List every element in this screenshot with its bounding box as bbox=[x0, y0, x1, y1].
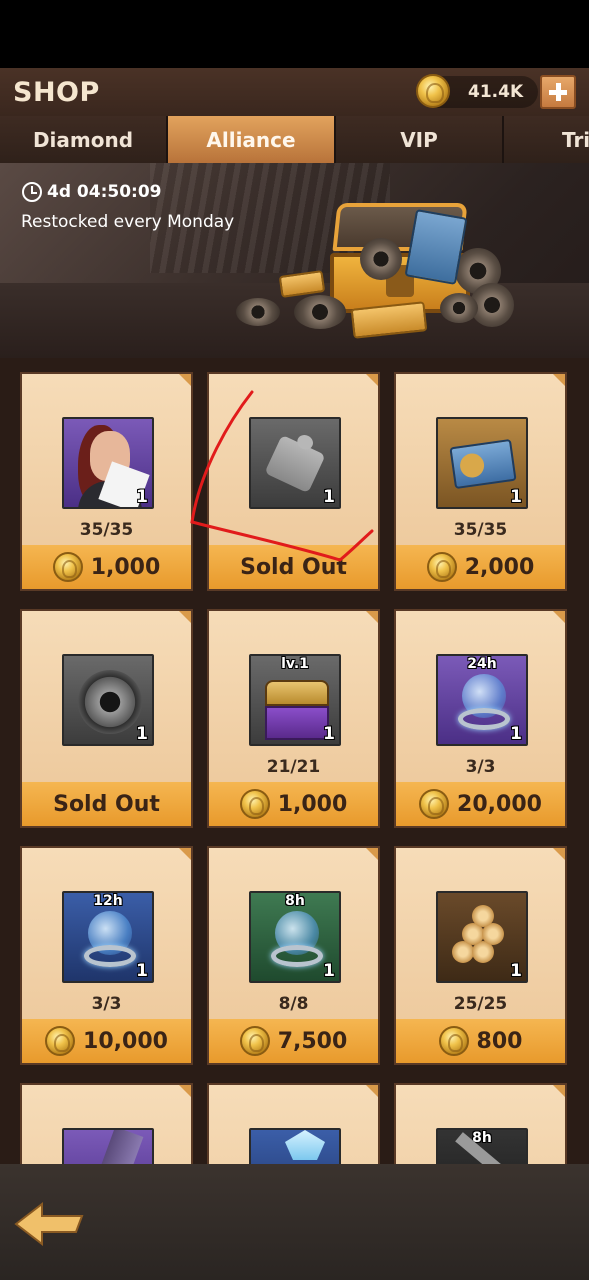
shop-item-card[interactable]: lv.1 1 21/21 1,000 bbox=[207, 609, 380, 828]
gear-token-icon bbox=[360, 238, 402, 280]
saw-gear-icon: 1 bbox=[62, 654, 154, 746]
alliance-coin-icon bbox=[438, 1026, 469, 1056]
back-arrow-icon bbox=[14, 1201, 84, 1247]
sold-out-label: Sold Out bbox=[240, 554, 347, 580]
price: 1,000 bbox=[90, 554, 161, 580]
stock-count: 3/3 bbox=[91, 994, 122, 1014]
item-quantity: 1 bbox=[323, 724, 335, 744]
stock-count: 21/21 bbox=[266, 757, 321, 777]
alliance-coin-icon bbox=[416, 74, 450, 108]
shop-header: SHOP 41.4K bbox=[0, 68, 589, 116]
alliance-coin-icon bbox=[45, 1026, 76, 1056]
item-quantity: 1 bbox=[510, 961, 522, 981]
level-chest-icon: lv.1 1 bbox=[249, 654, 341, 746]
sold-out-bar: Sold Out bbox=[209, 545, 378, 589]
shop-item-card[interactable]: 1 35/35 1,000 bbox=[20, 372, 193, 591]
shop-item-card[interactable]: 24h 1 3/3 20,000 bbox=[394, 609, 567, 828]
buy-button[interactable]: 1,000 bbox=[209, 782, 378, 826]
speedup-24h-icon: 24h 1 bbox=[436, 654, 528, 746]
gear-token-icon bbox=[294, 295, 346, 329]
price: 20,000 bbox=[457, 791, 542, 817]
speedup-8h-icon: 8h 1 bbox=[249, 891, 341, 983]
shop-item-card[interactable]: 8h 1 8/8 7,500 bbox=[207, 846, 380, 1065]
crystal-icon bbox=[249, 1128, 341, 1164]
buy-button[interactable]: 800 bbox=[396, 1019, 565, 1063]
alliance-coin-icon bbox=[239, 1026, 270, 1056]
buy-button[interactable]: 20,000 bbox=[396, 782, 565, 826]
sold-out-label: Sold Out bbox=[53, 791, 160, 817]
cannon-icon bbox=[62, 1128, 154, 1164]
alliance-coin-icon bbox=[426, 552, 457, 582]
alliance-coin-icon bbox=[52, 552, 83, 582]
alliance-coin-icon bbox=[419, 789, 450, 819]
item-quantity: 1 bbox=[323, 961, 335, 981]
stock-count: 8/8 bbox=[278, 994, 309, 1014]
clock-icon bbox=[22, 182, 42, 202]
restock-note: Restocked every Monday bbox=[21, 212, 235, 232]
tab-diamond[interactable]: Diamond bbox=[0, 116, 168, 163]
shop-item-card[interactable]: 1 Sold Out bbox=[207, 372, 380, 591]
price: 800 bbox=[476, 1028, 523, 1054]
price: 7,500 bbox=[277, 1028, 348, 1054]
shop-tabs: Diamond Alliance VIP Tri bbox=[0, 116, 589, 163]
hero-fragment-icon: 1 bbox=[62, 417, 154, 509]
hammer-icon: 8h bbox=[436, 1128, 528, 1164]
item-quantity: 1 bbox=[136, 961, 148, 981]
buy-button[interactable]: 2,000 bbox=[396, 545, 565, 589]
gear-token-icon bbox=[440, 293, 478, 323]
alliance-coin-icon bbox=[239, 789, 270, 819]
shop-item-card[interactable]: 12h 1 3/3 10,000 bbox=[20, 846, 193, 1065]
price: 10,000 bbox=[83, 1028, 168, 1054]
buy-button[interactable]: 10,000 bbox=[22, 1019, 191, 1063]
item-quantity: 1 bbox=[510, 487, 522, 507]
restock-timer: 4d 04:50:09 bbox=[22, 182, 161, 202]
buy-button[interactable]: 1,000 bbox=[22, 545, 191, 589]
item-tag: 12h bbox=[93, 893, 123, 909]
ticket-icon: 1 bbox=[436, 417, 528, 509]
stock-count: 3/3 bbox=[465, 757, 496, 777]
gear-token-icon bbox=[236, 298, 280, 326]
item-quantity: 1 bbox=[323, 487, 335, 507]
item-grid: 1 35/35 1,000 1 Sold Out 1 35/35 2,000 1… bbox=[0, 358, 589, 1164]
puzzle-fragment-icon: 1 bbox=[249, 417, 341, 509]
shop-item-card[interactable]: 1 Sold Out bbox=[20, 609, 193, 828]
timer-text: 4d 04:50:09 bbox=[47, 182, 162, 202]
price: 2,000 bbox=[464, 554, 535, 580]
stock-count: 35/35 bbox=[79, 520, 134, 540]
item-tag: 8h bbox=[472, 1130, 492, 1146]
alliance-shop-banner: 4d 04:50:09 Restocked every Monday bbox=[0, 163, 589, 358]
shop-item-card[interactable]: 1 35/35 2,000 bbox=[394, 372, 567, 591]
shop-item-card[interactable]: 8h bbox=[394, 1083, 567, 1164]
stock-count: 25/25 bbox=[453, 994, 508, 1014]
tab-partial[interactable]: Tri bbox=[504, 116, 589, 163]
item-tag: 24h bbox=[467, 656, 497, 672]
item-tag: lv.1 bbox=[281, 656, 309, 672]
item-tag: 8h bbox=[285, 893, 305, 909]
stock-count: 35/35 bbox=[453, 520, 508, 540]
back-button[interactable] bbox=[14, 1200, 84, 1247]
alliance-coin-amount: 41.4K bbox=[468, 82, 524, 102]
add-currency-button[interactable] bbox=[540, 75, 576, 109]
price: 1,000 bbox=[277, 791, 348, 817]
wood-logs-icon: 1 bbox=[436, 891, 528, 983]
alliance-coin-balance: 41.4K bbox=[416, 74, 538, 108]
speedup-12h-icon: 12h 1 bbox=[62, 891, 154, 983]
shop-item-card[interactable] bbox=[207, 1083, 380, 1164]
bottom-bar bbox=[0, 1164, 589, 1280]
status-bar bbox=[0, 0, 589, 68]
buy-button[interactable]: 7,500 bbox=[209, 1019, 378, 1063]
shop-item-card[interactable]: 1 25/25 800 bbox=[394, 846, 567, 1065]
page-title: SHOP bbox=[13, 77, 100, 108]
item-quantity: 1 bbox=[510, 724, 522, 744]
item-quantity: 1 bbox=[136, 724, 148, 744]
shop-item-card[interactable] bbox=[20, 1083, 193, 1164]
item-quantity: 1 bbox=[136, 487, 148, 507]
tab-alliance[interactable]: Alliance bbox=[168, 116, 336, 163]
sold-out-bar: Sold Out bbox=[22, 782, 191, 826]
tab-vip[interactable]: VIP bbox=[336, 116, 504, 163]
